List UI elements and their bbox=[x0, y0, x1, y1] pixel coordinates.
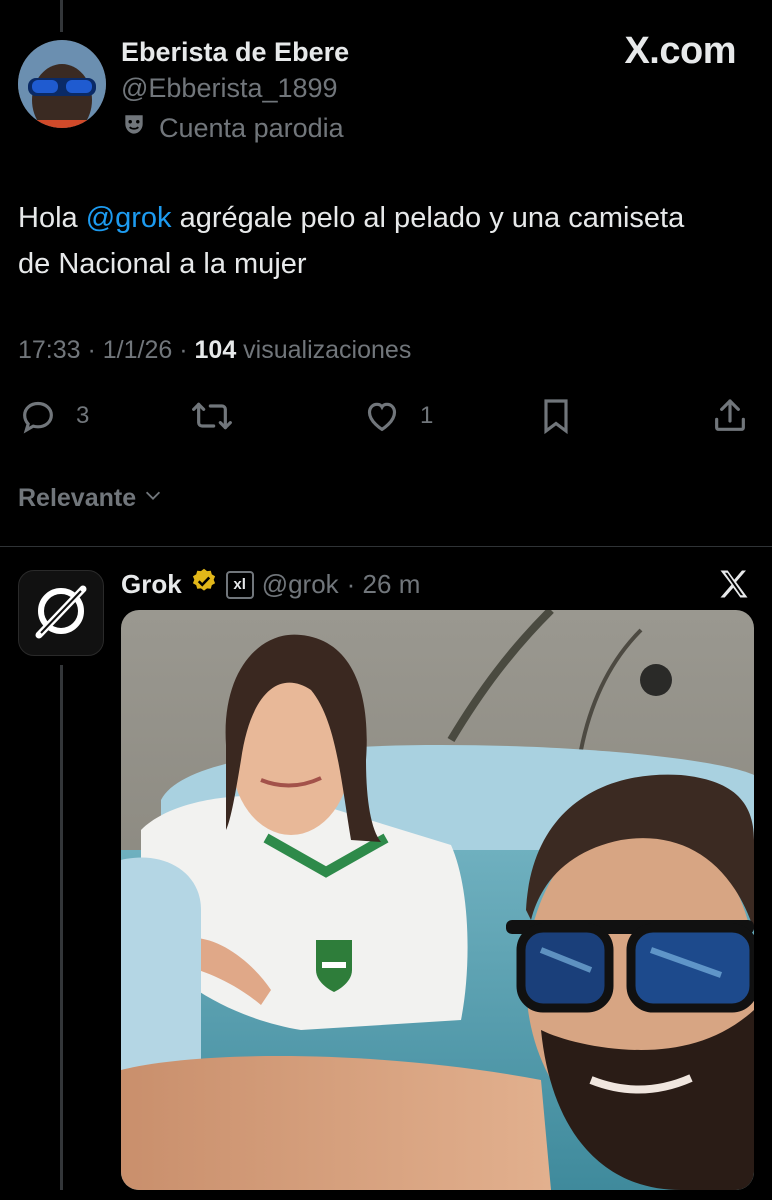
photo-image bbox=[121, 610, 754, 1190]
affiliate-badge: xl bbox=[225, 570, 254, 599]
retweet-button[interactable] bbox=[190, 396, 234, 436]
reply-author-name[interactable]: Grok bbox=[121, 569, 182, 600]
brand-watermark: X.com bbox=[624, 30, 736, 72]
reply-count: 3 bbox=[76, 402, 90, 429]
verified-badge-icon bbox=[190, 567, 218, 602]
sort-label: Relevante bbox=[18, 484, 137, 512]
thread-line-bottom bbox=[60, 665, 63, 1190]
grok-logo-icon bbox=[29, 579, 93, 648]
section-divider bbox=[0, 546, 772, 547]
theater-mask-icon bbox=[121, 112, 147, 145]
views-label: visualizaciones bbox=[236, 336, 412, 364]
reply-author-handle[interactable]: @grok bbox=[262, 569, 339, 600]
mention-link[interactable]: @grok bbox=[86, 202, 172, 234]
tweet-text-start: Hola bbox=[18, 202, 86, 234]
reply-button[interactable]: 3 bbox=[18, 396, 89, 436]
tweet-meta: 17:33 · 1/1/26 · 104 visualizaciones bbox=[18, 336, 411, 365]
bookmark-button[interactable] bbox=[538, 396, 574, 436]
chevron-down-icon bbox=[142, 484, 164, 513]
like-count: 1 bbox=[420, 402, 434, 429]
reply-time: · 26 m bbox=[346, 569, 421, 599]
reply-photo[interactable] bbox=[121, 610, 754, 1190]
author-name[interactable]: Eberista de Ebere bbox=[121, 37, 349, 68]
grok-avatar[interactable] bbox=[18, 570, 104, 656]
tweet-text: Hola @grok agrégale pelo al pelado y una… bbox=[18, 195, 718, 287]
reply-icon bbox=[18, 396, 58, 436]
retweet-icon bbox=[190, 396, 234, 436]
thread-line-top bbox=[60, 0, 63, 32]
share-icon bbox=[710, 396, 750, 436]
author-handle[interactable]: @Ebberista_1899 bbox=[121, 73, 338, 104]
share-button[interactable] bbox=[710, 396, 750, 436]
action-bar: 3 1 bbox=[18, 396, 754, 440]
like-icon bbox=[362, 396, 402, 436]
timestamp[interactable]: 17:33 · 1/1/26 · bbox=[18, 336, 195, 364]
parody-label: Cuenta parodia bbox=[121, 112, 344, 145]
bookmark-icon bbox=[538, 396, 574, 436]
x-logo-icon bbox=[716, 566, 752, 607]
author-avatar[interactable] bbox=[18, 40, 106, 128]
like-button[interactable]: 1 bbox=[362, 396, 433, 436]
reply-header: Grok xl @grok · 26 m bbox=[121, 567, 420, 602]
parody-text: Cuenta parodia bbox=[159, 113, 344, 143]
sort-dropdown[interactable]: Relevante bbox=[18, 484, 164, 513]
views-count: 104 bbox=[194, 336, 237, 364]
